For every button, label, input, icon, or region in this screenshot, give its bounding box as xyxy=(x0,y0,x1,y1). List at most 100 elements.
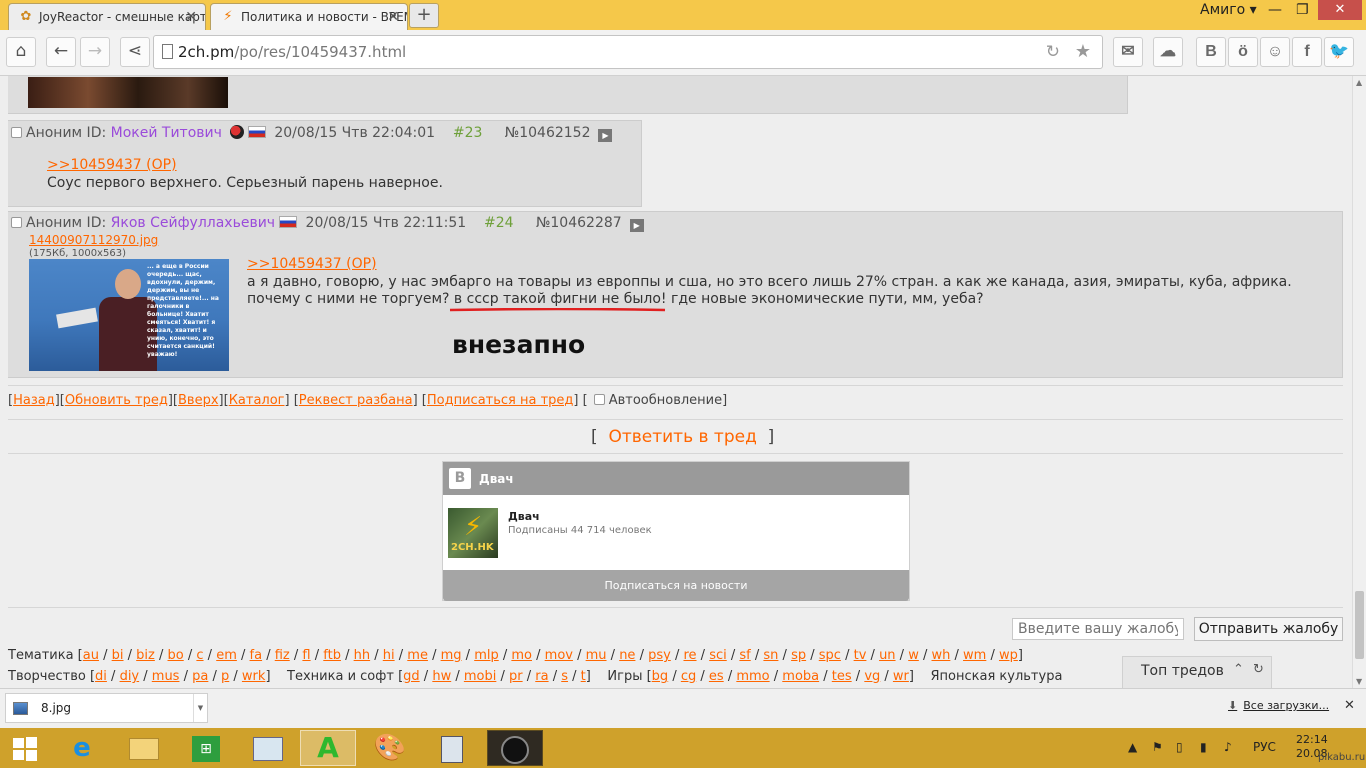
board-link-psy[interactable]: psy xyxy=(648,648,671,663)
board-link-tv[interactable]: tv xyxy=(854,648,867,663)
taskbar-explorer[interactable] xyxy=(116,730,172,766)
board-link-fiz[interactable]: fiz xyxy=(275,648,290,663)
taskbar-amigo[interactable]: A xyxy=(300,730,356,766)
board-link-em[interactable]: em xyxy=(216,648,237,663)
facebook-button[interactable]: f xyxy=(1292,37,1322,67)
board-link-ftb[interactable]: ftb xyxy=(323,648,341,663)
vk-button[interactable]: B xyxy=(1196,37,1226,67)
group-avatar[interactable]: ⚡ 2CH.HK xyxy=(448,508,498,558)
top-threads-panel[interactable]: Топ тредов ⌃ ↻ xyxy=(1122,656,1272,688)
board-link-gd[interactable]: gd xyxy=(403,669,420,684)
board-link-ne[interactable]: ne xyxy=(619,648,635,663)
board-link-wrk[interactable]: wrk xyxy=(242,669,266,684)
board-link-fa[interactable]: fa xyxy=(250,648,263,663)
new-tab-button[interactable]: + xyxy=(409,3,439,28)
board-link-es[interactable]: es xyxy=(709,669,724,684)
tab-politics[interactable]: ⚡ Политика и новости - ВРЕМ ✕ xyxy=(210,3,408,30)
board-link-wr[interactable]: wr xyxy=(893,669,909,684)
page-scrollbar[interactable]: ▲ ▼ xyxy=(1352,76,1366,688)
refresh-thread-link[interactable]: Обновить тред xyxy=(65,393,168,408)
profile-menu[interactable]: Амиго ▾ xyxy=(1200,2,1257,18)
volume-icon[interactable]: ♪ xyxy=(1224,740,1232,754)
board-link-fl[interactable]: fl xyxy=(302,648,310,663)
board-link-sp[interactable]: sp xyxy=(791,648,806,663)
top-link[interactable]: Вверх xyxy=(178,393,219,408)
forward-button[interactable]: → xyxy=(80,37,110,67)
close-window-button[interactable]: ✕ xyxy=(1318,0,1362,20)
board-link-wp[interactable]: wp xyxy=(999,648,1018,663)
taskbar-paint[interactable]: 🎨 xyxy=(362,730,418,766)
post-image-thumb[interactable] xyxy=(28,77,228,108)
board-link-biz[interactable]: biz xyxy=(136,648,155,663)
board-link-bg[interactable]: bg xyxy=(652,669,669,684)
battery-icon[interactable]: ▯ xyxy=(1176,740,1183,754)
reply-thread-button[interactable]: Ответить в тред xyxy=(608,427,756,447)
address-bar[interactable]: 2ch.pm/po/res/10459437.html ↻ ★ xyxy=(153,35,1103,69)
board-link-sf[interactable]: sf xyxy=(739,648,750,663)
board-link-cg[interactable]: cg xyxy=(681,669,696,684)
download-item[interactable]: 8.jpg ▼ xyxy=(5,693,208,723)
board-link-mus[interactable]: mus xyxy=(152,669,180,684)
reply-link-op[interactable]: >>10459437 (OP) xyxy=(247,256,377,272)
board-link-sci[interactable]: sci xyxy=(709,648,727,663)
board-link-vg[interactable]: vg xyxy=(864,669,880,684)
moimir-button[interactable]: ☺ xyxy=(1260,37,1290,67)
board-link-c[interactable]: c xyxy=(196,648,203,663)
subscribe-thread-link[interactable]: Подписаться на тред xyxy=(427,393,574,408)
board-link-mu[interactable]: mu xyxy=(586,648,607,663)
board-link-hi[interactable]: hi xyxy=(383,648,395,663)
collapse-icon[interactable]: ⌃ xyxy=(1233,662,1244,677)
board-link-hw[interactable]: hw xyxy=(432,669,451,684)
board-link-s[interactable]: s xyxy=(561,669,568,684)
start-button[interactable] xyxy=(0,730,50,766)
scroll-down-icon[interactable]: ▼ xyxy=(1356,677,1362,686)
board-link-mo[interactable]: mo xyxy=(511,648,532,663)
send-complaint-button[interactable]: Отправить жалобу xyxy=(1194,617,1343,641)
unban-request-link[interactable]: Реквест разбана xyxy=(299,393,413,408)
board-link-mlp[interactable]: mlp xyxy=(474,648,499,663)
home-button[interactable]: ⌂ xyxy=(6,37,36,67)
reply-link-op[interactable]: >>10459437 (OP) xyxy=(47,157,177,173)
board-link-w[interactable]: w xyxy=(908,648,919,663)
board-link-mobi[interactable]: mobi xyxy=(464,669,496,684)
board-link-wh[interactable]: wh xyxy=(932,648,951,663)
board-link-moba[interactable]: moba xyxy=(782,669,819,684)
board-link-un[interactable]: un xyxy=(879,648,895,663)
minimize-button[interactable]: — xyxy=(1268,2,1282,18)
close-downloads-icon[interactable]: ✕ xyxy=(1344,698,1355,713)
post-id[interactable]: №10462287 xyxy=(536,215,622,231)
board-link-pr[interactable]: pr xyxy=(509,669,523,684)
close-tab-icon[interactable]: ✕ xyxy=(185,9,197,25)
board-link-spc[interactable]: spc xyxy=(819,648,841,663)
restore-button[interactable]: ❐ xyxy=(1296,2,1309,18)
play-icon[interactable]: ▶ xyxy=(598,129,613,142)
post-checkbox[interactable] xyxy=(11,217,22,228)
mail-button[interactable]: ✉ xyxy=(1113,37,1143,67)
taskbar-app[interactable] xyxy=(487,730,543,766)
board-link-mov[interactable]: mov xyxy=(545,648,573,663)
flag-icon[interactable]: ⚑ xyxy=(1152,740,1163,754)
board-link-hh[interactable]: hh xyxy=(354,648,370,663)
board-link-sn[interactable]: sn xyxy=(763,648,778,663)
board-link-p[interactable]: p xyxy=(221,669,229,684)
board-link-tes[interactable]: tes xyxy=(832,669,852,684)
tab-joyreactor[interactable]: ✿ JoyReactor - смешные карт ✕ xyxy=(8,3,206,30)
board-link-wm[interactable]: wm xyxy=(963,648,986,663)
complaint-input[interactable] xyxy=(1012,618,1184,640)
board-link-au[interactable]: au xyxy=(83,648,99,663)
post-checkbox[interactable] xyxy=(11,127,22,138)
catalog-link[interactable]: Каталог xyxy=(229,393,285,408)
taskbar-monitor[interactable] xyxy=(240,730,296,766)
board-link-t[interactable]: t xyxy=(581,669,586,684)
file-link[interactable]: 14400907112970.jpg xyxy=(29,233,158,247)
taskbar-calculator[interactable] xyxy=(424,730,480,766)
odnoklassniki-button[interactable]: ö xyxy=(1228,37,1258,67)
network-icon[interactable]: ▮ xyxy=(1200,740,1207,754)
reload-icon[interactable]: ↻ xyxy=(1046,42,1060,62)
board-link-pa[interactable]: pa xyxy=(192,669,208,684)
board-link-di[interactable]: di xyxy=(95,669,107,684)
back-button[interactable]: ← xyxy=(46,37,76,67)
all-downloads-link[interactable]: ⬇ Все загрузки... xyxy=(1228,699,1329,712)
share-button[interactable]: ⋖ xyxy=(120,37,150,67)
back-link[interactable]: Назад xyxy=(13,393,55,408)
